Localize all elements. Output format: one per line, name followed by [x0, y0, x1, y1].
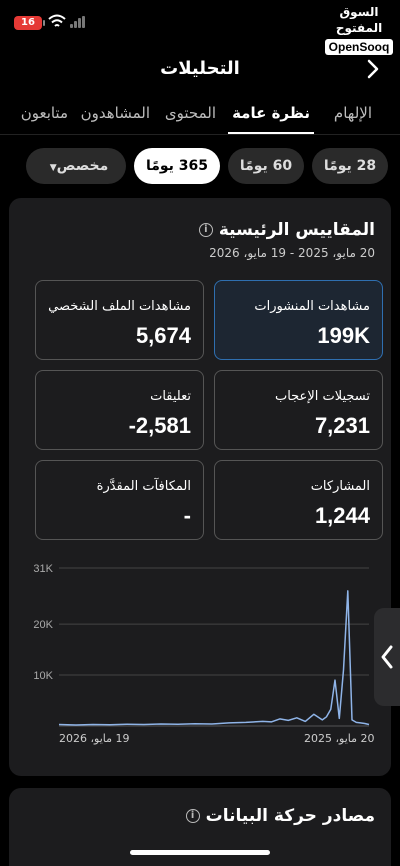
y-tick-label: 31K: [33, 563, 53, 575]
metric-label: تعليقات: [150, 389, 191, 404]
metric-likes[interactable]: تسجيلات الإعجاب 7,231: [214, 370, 383, 450]
metric-value: 7,231: [314, 413, 370, 438]
battery-indicator: 16: [14, 16, 45, 30]
caret-down-icon: ▼: [49, 163, 57, 173]
y-tick-label: 20K: [33, 619, 53, 631]
tab-viewers[interactable]: المشاهدون: [81, 104, 150, 122]
range-custom-label: مخصص: [56, 158, 109, 174]
tab-overview[interactable]: نظرة عامة: [232, 104, 310, 122]
key-metrics-card: المقاييس الرئيسية i 20 مايو، 2025 - 19 ما…: [9, 198, 391, 776]
views-chart[interactable]: 31K 20K 10K 19 مايو، 2026 20 مايو، 2025: [9, 554, 391, 754]
tab-bar: الإلهام نظرة عامة المحتوى المشاهدون متاب…: [0, 96, 400, 136]
home-indicator: [130, 850, 270, 855]
info-icon[interactable]: i: [198, 223, 213, 237]
series-line: [58, 590, 370, 726]
status-bar: 16 السوق المفتوح OpenSooq: [0, 0, 400, 55]
section-title-text: المقاييس الرئيسية: [218, 220, 375, 240]
metric-estimated-rewards[interactable]: المكافآت المقدَّرة -: [35, 460, 204, 540]
metric-label: المكافآت المقدَّرة: [96, 479, 191, 494]
wifi-icon: [48, 14, 66, 27]
tab-followers[interactable]: متابعون: [21, 104, 68, 122]
metric-value: 1,244: [314, 503, 370, 528]
tab-divider: [0, 134, 400, 135]
tab-content[interactable]: المحتوى: [165, 104, 216, 122]
range-custom[interactable]: مخصص▼: [26, 148, 126, 184]
brand-watermark: السوق المفتوح OpenSooq: [324, 4, 394, 55]
signal-icon: [70, 16, 86, 28]
metric-post-views[interactable]: مشاهدات المنشورات 199K: [214, 280, 383, 360]
page-title: التحليلات: [160, 58, 240, 79]
section-title: مصادر حركة البيانات i: [185, 806, 375, 826]
date-range-text: 20 مايو، 2025 - 19 مايو، 2026: [209, 246, 375, 260]
brand-arabic: السوق المفتوح: [335, 5, 383, 35]
chevron-left-icon: [381, 645, 393, 669]
metric-shares[interactable]: المشاركات 1,244: [214, 460, 383, 540]
x-axis-label-start: 20 مايو، 2025: [304, 732, 375, 745]
metric-value: 5,674: [135, 323, 191, 348]
metric-comments[interactable]: تعليقات -2,581: [35, 370, 204, 450]
metric-value: 199K: [317, 323, 370, 348]
chevron-right-icon[interactable]: [360, 56, 386, 82]
range-365-days[interactable]: 365 يومًا: [134, 148, 220, 184]
section-title-text: مصادر حركة البيانات: [205, 806, 375, 826]
y-tick-label: 10K: [33, 670, 53, 682]
header: التحليلات: [0, 52, 400, 88]
metric-label: مشاهدات الملف الشخصي: [48, 299, 191, 314]
section-title: المقاييس الرئيسية i: [198, 220, 375, 240]
date-range-selector: 28 يومًا 60 يومًا 365 يومًا مخصص▼: [0, 148, 400, 188]
chart-canvas: 31K 20K 10K: [33, 563, 370, 727]
range-60-days[interactable]: 60 يومًا: [228, 148, 304, 184]
metric-label: المشاركات: [310, 479, 370, 494]
metric-label: مشاهدات المنشورات: [254, 299, 370, 314]
side-drawer-handle[interactable]: [374, 608, 400, 706]
x-axis-label-end: 19 مايو، 2026: [59, 732, 130, 745]
metric-value: -2,581: [128, 413, 191, 438]
metric-profile-views[interactable]: مشاهدات الملف الشخصي 5,674: [35, 280, 204, 360]
metric-value: -: [183, 503, 191, 528]
range-28-days[interactable]: 28 يومًا: [312, 148, 388, 184]
info-icon[interactable]: i: [185, 809, 200, 823]
metric-label: تسجيلات الإعجاب: [274, 389, 370, 404]
tab-inspiration[interactable]: الإلهام: [334, 104, 372, 122]
